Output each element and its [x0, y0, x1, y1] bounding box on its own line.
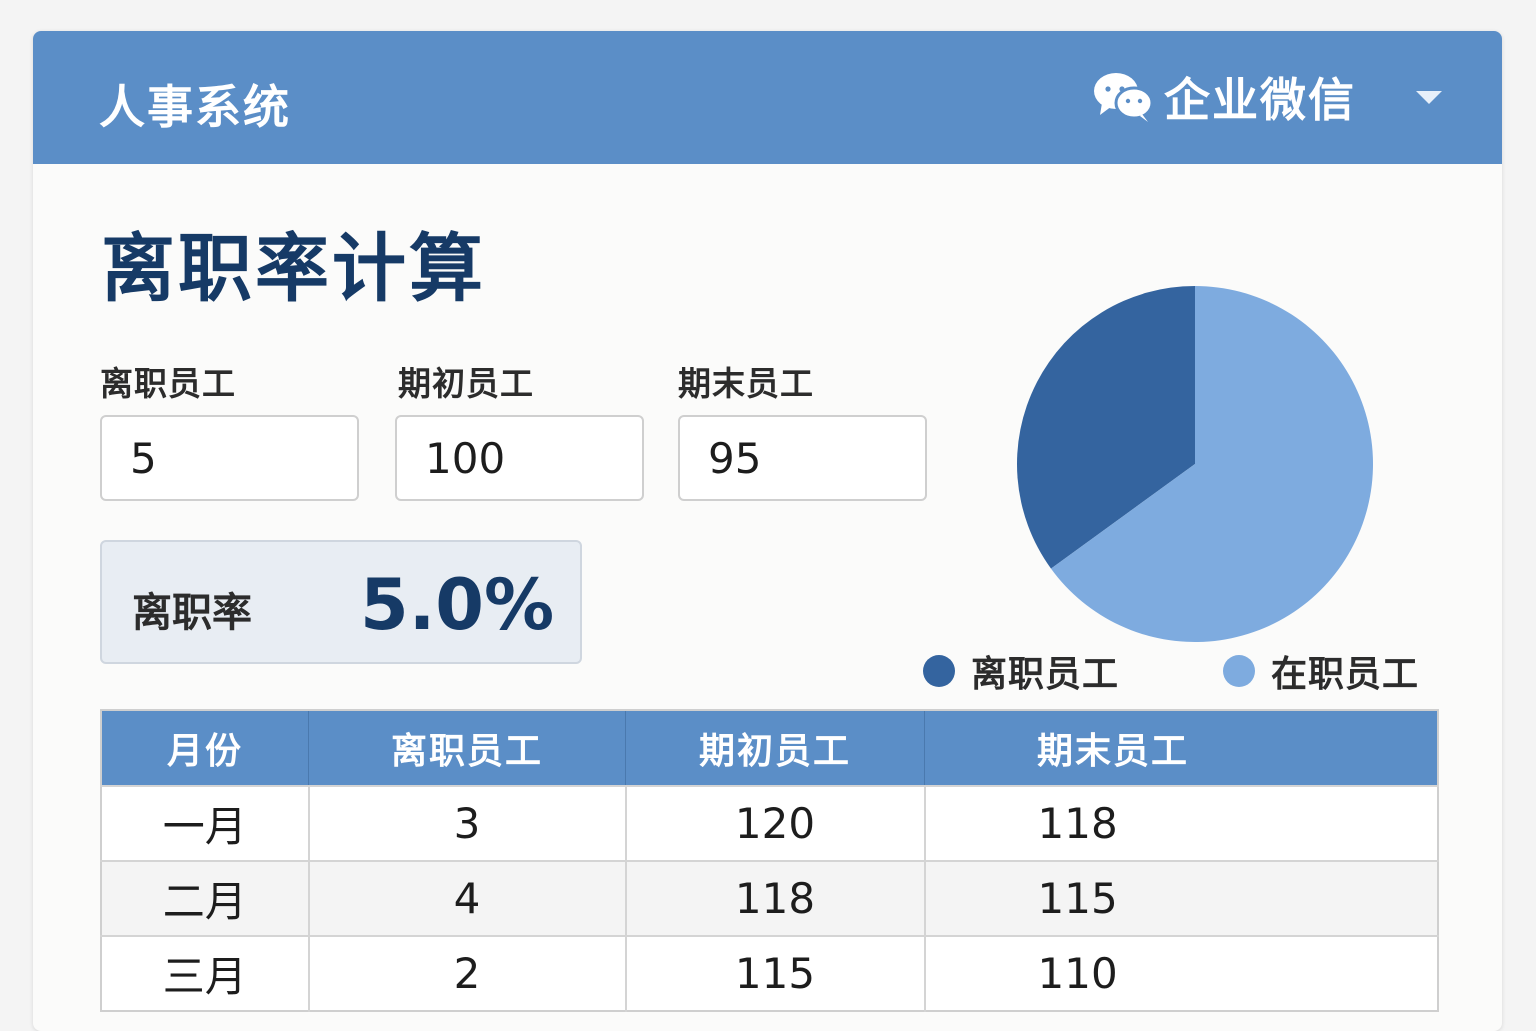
field-label-departed: 离职员工 [100, 364, 236, 403]
end-employees-input[interactable] [678, 415, 927, 501]
rate-value: 5.0% [360, 564, 555, 646]
field-label-end: 期末员工 [678, 364, 814, 403]
turnover-pie-chart [1017, 286, 1373, 642]
cell-departed: 4 [308, 860, 627, 936]
legend-dot-departed [923, 655, 955, 687]
wechat-icon [1094, 73, 1154, 122]
departed-employees-input[interactable] [100, 415, 359, 501]
rate-label: 离职率 [132, 590, 252, 636]
legend-label-active: 在职员工 [1271, 654, 1420, 695]
cell-end: 115 [924, 860, 1438, 936]
column-header-month: 月份 [101, 710, 309, 786]
field-label-start: 期初员工 [398, 364, 534, 403]
table-header-row: 月份 离职员工 期初员工 期末员工 [101, 710, 1438, 786]
table-row: 二月 4 118 115 [101, 860, 1438, 936]
legend-item-active: 在职员工 [1223, 645, 1419, 697]
cell-start: 115 [625, 935, 926, 1011]
table-row: 三月 2 115 110 [101, 935, 1438, 1011]
monthly-table: 月份 离职员工 期初员工 期末员工 一月 3 120 118 二月 4 118 … [100, 709, 1439, 1012]
app-header: 人事系统 企业微信 [33, 31, 1502, 164]
legend-label-departed: 离职员工 [971, 654, 1120, 695]
column-header-departed: 离职员工 [308, 710, 626, 786]
legend-dot-active [1223, 655, 1255, 687]
cell-start: 118 [625, 860, 926, 936]
legend-item-departed: 离职员工 [923, 645, 1119, 697]
turnover-rate-box: 离职率 5.0% [100, 540, 582, 664]
main-card: 人事系统 企业微信 离职率计算 离职员工 期初员工 期末员工 离职率 5.0% [33, 31, 1502, 1031]
cell-end: 118 [924, 785, 1438, 861]
table-row: 一月 3 120 118 [101, 785, 1438, 861]
cell-end: 110 [924, 935, 1438, 1011]
cell-month: 二月 [101, 860, 310, 936]
cell-start: 120 [625, 785, 926, 861]
chevron-down-icon[interactable] [1416, 90, 1442, 104]
app-title: 人事系统 [99, 80, 291, 134]
cell-departed: 2 [308, 935, 627, 1011]
start-employees-input[interactable] [395, 415, 644, 501]
wechat-menu[interactable]: 企业微信 [1092, 67, 1442, 127]
column-header-end: 期末员工 [924, 710, 1438, 786]
column-header-start: 期初员工 [625, 710, 925, 786]
cell-month: 三月 [101, 935, 310, 1011]
page-title: 离职率计算 [101, 226, 486, 312]
cell-departed: 3 [308, 785, 627, 861]
wechat-label: 企业微信 [1164, 73, 1356, 127]
cell-month: 一月 [101, 785, 310, 861]
